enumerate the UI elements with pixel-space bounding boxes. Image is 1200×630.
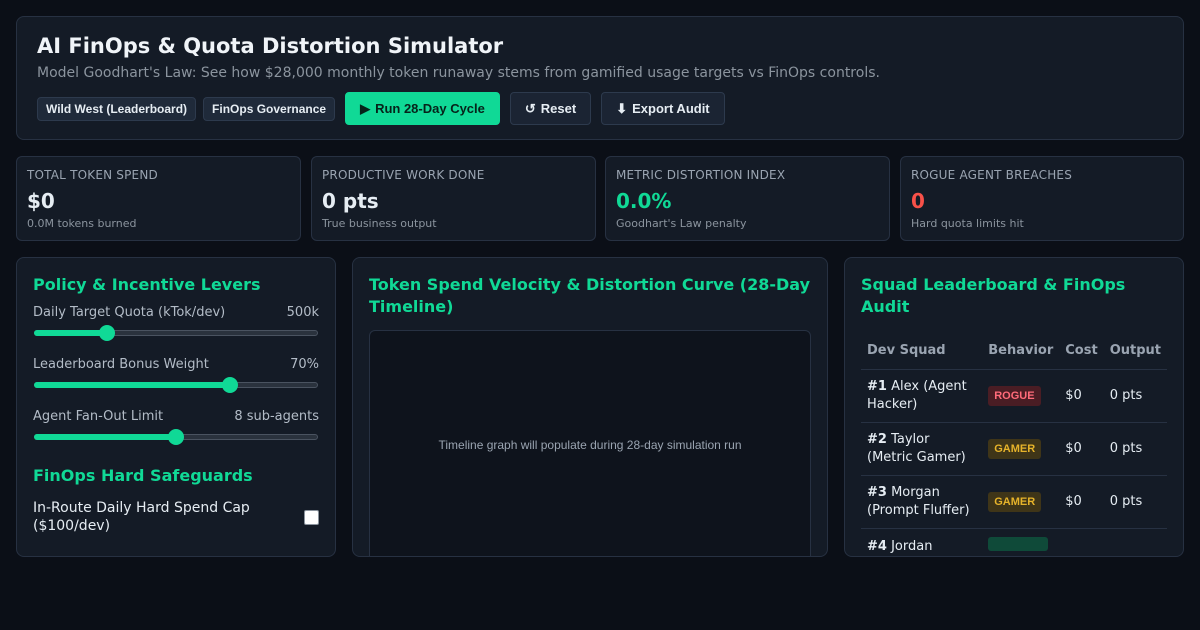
squad-cell: #1 Alex (Agent Hacker)	[861, 369, 983, 423]
levers-panel: Policy & Incentive Levers Daily Target Q…	[16, 257, 336, 557]
kpi-label: TOTAL TOKEN SPEND	[27, 168, 158, 182]
table-header-row: Dev Squad Behavior Cost Output	[861, 333, 1167, 370]
slider-fill	[34, 382, 232, 388]
kpi-sub: Hard quota limits hit	[911, 217, 1024, 230]
export-audit-button[interactable]: ⬇ Export Audit	[601, 92, 725, 125]
squad-rank: #3	[867, 484, 887, 500]
lever-bonus-weight: Leaderboard Bonus Weight 70%	[33, 357, 319, 393]
run-cycle-label: Run 28-Day Cycle	[375, 101, 485, 116]
cost-cell: $0	[1059, 475, 1104, 529]
behavior-badge: GAMER	[988, 491, 1042, 512]
lever-value: 70%	[290, 357, 319, 372]
kpi-label: ROGUE AGENT BREACHES	[911, 168, 1073, 182]
mode-wild-west-pill[interactable]: Wild West (Leaderboard)	[37, 96, 197, 121]
col-output: Output	[1103, 333, 1167, 370]
kpi-distortion-index: METRIC DISTORTION INDEX 0.0% Goodhart's …	[605, 156, 890, 241]
reset-button[interactable]: ↺ Reset	[509, 92, 592, 125]
squad-name: Jordan	[891, 538, 933, 554]
output-cell: 0 pts	[1103, 369, 1167, 423]
timeline-panel: Token Spend Velocity & Distortion Curve …	[352, 257, 828, 557]
lever-daily-quota: Daily Target Quota (kTok/dev) 500k	[33, 305, 319, 341]
cost-cell	[1059, 528, 1104, 556]
kpi-value: 0	[911, 189, 925, 213]
squad-rank: #4	[867, 538, 887, 554]
reset-label: Reset	[540, 101, 577, 116]
simulator-header: AI FinOps & Quota Distortion Simulator M…	[16, 16, 1184, 140]
safeguard-spend-cap: In-Route Daily Hard Spend Cap ($100/dev)	[33, 499, 319, 535]
play-icon: ▶	[360, 100, 371, 116]
lever-label: Leaderboard Bonus Weight	[33, 357, 209, 372]
kpi-total-spend: TOTAL TOKEN SPEND $0 0.0M tokens burned	[16, 156, 301, 241]
kpi-label: METRIC DISTORTION INDEX	[616, 168, 786, 182]
behavior-cell: GAMER	[982, 475, 1060, 529]
squad-rank: #1	[867, 378, 887, 394]
kpi-value: 0.0%	[616, 189, 672, 213]
levers-title: Policy & Incentive Levers	[33, 275, 261, 294]
controls-bar: Wild West (Leaderboard) FinOps Governanc…	[37, 92, 735, 125]
kpi-sub: 0.0M tokens burned	[27, 217, 137, 230]
behavior-badge	[988, 536, 1049, 551]
col-dev-squad: Dev Squad	[861, 333, 983, 370]
lever-fanout-limit: Agent Fan-Out Limit 8 sub-agents	[33, 409, 319, 445]
table-row: #4 Jordan	[861, 528, 1167, 556]
run-cycle-button[interactable]: ▶ Run 28-Day Cycle	[345, 92, 500, 125]
col-behavior: Behavior	[982, 333, 1060, 370]
page-title: AI FinOps & Quota Distortion Simulator	[37, 34, 504, 58]
behavior-cell	[982, 528, 1060, 556]
kpi-sub: Goodhart's Law penalty	[616, 217, 747, 230]
squad-rank: #2	[867, 431, 887, 447]
slider-handle[interactable]	[222, 377, 239, 393]
slider-handle[interactable]	[99, 325, 116, 341]
leaderboard-panel: Squad Leaderboard & FinOps Audit Dev Squ…	[844, 257, 1184, 557]
col-cost: Cost	[1059, 333, 1104, 370]
timeline-title: Token Spend Velocity & Distortion Curve …	[369, 275, 811, 316]
slider-fill	[34, 330, 109, 336]
reset-icon: ↺	[524, 100, 536, 116]
timeline-chart-area: Timeline graph will populate during 28-d…	[369, 330, 811, 556]
cost-cell: $0	[1059, 369, 1104, 423]
lever-value: 8 sub-agents	[234, 409, 319, 424]
kpi-sub: True business output	[322, 217, 437, 230]
bonus-weight-slider[interactable]	[33, 377, 319, 393]
behavior-badge: GAMER	[988, 438, 1042, 459]
squad-cell: #4 Jordan	[861, 528, 983, 556]
lever-label: Daily Target Quota (kTok/dev)	[33, 305, 226, 320]
kpi-label: PRODUCTIVE WORK DONE	[322, 168, 485, 182]
behavior-cell: GAMER	[982, 422, 1060, 476]
table-row: #1 Alex (Agent Hacker) ROGUE $0 0 pts	[861, 369, 1167, 423]
slider-handle[interactable]	[168, 429, 184, 445]
leaderboard-table: Dev Squad Behavior Cost Output #1 Alex (…	[861, 333, 1167, 556]
kpi-value: 0 pts	[322, 189, 379, 213]
table-row: #3 Morgan (Prompt Fluffer) GAMER $0 0 pt…	[861, 475, 1167, 529]
behavior-cell: ROGUE	[982, 369, 1060, 423]
kpi-rogue-breaches: ROGUE AGENT BREACHES 0 Hard quota limits…	[900, 156, 1184, 241]
page-subtitle: Model Goodhart's Law: See how $28,000 mo…	[37, 65, 880, 81]
safeguard-label: In-Route Daily Hard Spend Cap ($100/dev)	[33, 500, 250, 534]
cost-cell: $0	[1059, 422, 1104, 476]
fanout-limit-slider[interactable]	[33, 429, 319, 445]
squad-cell: #3 Morgan (Prompt Fluffer)	[861, 475, 983, 529]
table-row: #2 Taylor (Metric Gamer) GAMER $0 0 pts	[861, 422, 1167, 476]
behavior-badge: ROGUE	[988, 385, 1041, 406]
leaderboard-title: Squad Leaderboard & FinOps Audit	[861, 275, 1126, 316]
mode-finops-pill[interactable]: FinOps Governance	[203, 96, 336, 121]
safeguards-title: FinOps Hard Safeguards	[33, 466, 253, 485]
lever-label: Agent Fan-Out Limit	[33, 409, 164, 424]
daily-quota-slider[interactable]	[33, 325, 319, 341]
squad-cell: #2 Taylor (Metric Gamer)	[861, 422, 983, 476]
output-cell: 0 pts	[1103, 475, 1167, 529]
kpi-value: $0	[27, 189, 55, 213]
output-cell: 0 pts	[1103, 422, 1167, 476]
download-icon: ⬇	[616, 100, 628, 116]
slider-fill	[34, 434, 177, 440]
kpi-productive-work: PRODUCTIVE WORK DONE 0 pts True business…	[311, 156, 596, 241]
chart-placeholder-text: Timeline graph will populate during 28-d…	[438, 438, 742, 452]
export-audit-label: Export Audit	[632, 101, 710, 116]
spend-cap-checkbox[interactable]	[304, 509, 319, 525]
output-cell	[1103, 528, 1167, 556]
lever-value: 500k	[286, 305, 319, 320]
